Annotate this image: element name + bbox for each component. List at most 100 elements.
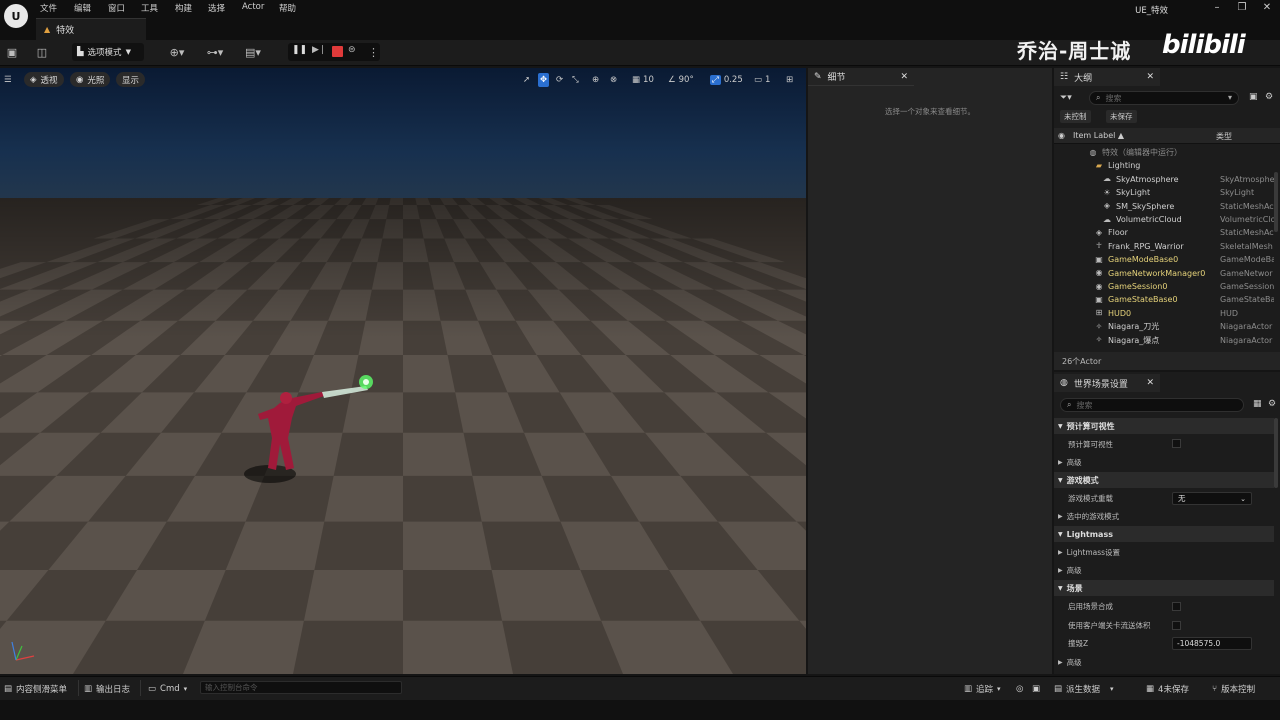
client-level-streaming-checkbox[interactable] (1172, 621, 1181, 630)
outliner-row[interactable]: ◉ GameSession0 GameSession (1054, 280, 1275, 293)
outliner-row[interactable]: ◍ 特效（编辑器中运行） (1054, 146, 1274, 159)
grid-snap-button[interactable]: ▦ 10 (632, 73, 654, 87)
kill-z-input[interactable]: -1048575.0 (1172, 637, 1252, 650)
outliner-row[interactable]: ☁ SkyAtmosphere SkyAtmosphe (1054, 173, 1274, 186)
step-icon[interactable]: ▶❘ (312, 45, 326, 59)
add-folder-icon[interactable]: ▣ (1249, 92, 1258, 102)
camera-speed-button[interactable]: ▭ 1 (754, 73, 770, 87)
outliner-row[interactable]: ◉ GameNetworkManager0 GameNetwor (1054, 267, 1274, 280)
menu-help[interactable]: 帮助 (279, 2, 296, 14)
trace-button[interactable]: ▥ 追踪 ▾ (964, 682, 1001, 696)
outliner-row[interactable]: ◈ Floor StaticMeshAc (1054, 226, 1274, 239)
camera-record-icon[interactable]: ▣ (1032, 682, 1040, 696)
minimize-icon[interactable]: – (1206, 2, 1228, 18)
menu-tools[interactable]: 工具 (141, 2, 158, 14)
show-button[interactable]: 显示 (116, 72, 146, 87)
surface-snap-icon[interactable]: ⊗ (610, 73, 617, 87)
scale-icon[interactable]: ⤡ (572, 73, 579, 87)
close-icon[interactable]: ✕ (1256, 2, 1278, 18)
outliner-search-input[interactable]: ⌕ 搜索 (1089, 91, 1239, 105)
output-log-button[interactable]: ▥ 输出日志 (84, 682, 130, 696)
source-control-button[interactable]: ⑂ 版本控制 (1212, 682, 1255, 696)
subcategory-selected-game-mode[interactable]: ▶ 选中的游戏模式 (1054, 508, 1274, 524)
add-actor-icon[interactable]: ⊕▾ (164, 45, 190, 61)
menu-build[interactable]: 构建 (175, 2, 192, 14)
viewport-menu-icon[interactable]: ☰ (4, 73, 12, 87)
scale-snap-button[interactable]: ⤢ 0.25 (710, 73, 743, 87)
menu-actor[interactable]: Actor (242, 2, 264, 12)
subcategory-lightmass-settings[interactable]: ▶ Lightmass设置 (1054, 544, 1274, 560)
category-game-mode[interactable]: ▼ 游戏模式 (1054, 472, 1274, 488)
outliner-scrollbar[interactable] (1274, 172, 1278, 232)
rotate-icon[interactable]: ⟳ (556, 73, 563, 87)
filter-chip-unsaved[interactable]: 未保存 (1106, 110, 1137, 123)
level-tab[interactable]: ▲ 特效 (36, 18, 146, 40)
select-mode-icon[interactable]: ➚ (523, 73, 530, 87)
outliner-row[interactable]: ☀ SkyLight SkyLight (1054, 186, 1274, 199)
close-tab-icon[interactable]: ✕ (1146, 378, 1154, 388)
lit-button[interactable]: ◉ 光照 (70, 72, 111, 87)
category-world[interactable]: ▼ 场景 (1054, 580, 1274, 596)
unreal-logo[interactable]: U (4, 4, 28, 28)
table-view-icon[interactable]: ▦ (1253, 399, 1262, 409)
outliner-tab[interactable]: ☷ 大纲 ✕ (1054, 68, 1160, 86)
unsaved-button[interactable]: ▦ 4未保存 (1146, 682, 1189, 696)
world-composition-checkbox[interactable] (1172, 602, 1181, 611)
translate-icon[interactable]: ✥ (538, 73, 550, 87)
content-browser-icon[interactable]: ◫ (34, 45, 50, 61)
outliner-row[interactable]: ☥ Frank_RPG_Warrior SkeletalMesh (1054, 240, 1274, 253)
outliner-row[interactable]: ▣ GameModeBase0 GameModeBa (1054, 253, 1274, 266)
outliner-row[interactable]: ▰ Lighting (1054, 159, 1274, 172)
cmd-button[interactable]: ▭ Cmd ▾ (148, 682, 187, 696)
stop-icon[interactable] (332, 46, 343, 57)
outliner-row[interactable]: ☁ VolumetricCloud VolumetricClo (1054, 213, 1274, 226)
eye-icon[interactable]: ◉ (1058, 131, 1065, 140)
outliner-row[interactable]: ◈ SM_SkySphere StaticMeshAc (1054, 200, 1274, 213)
filter-icon[interactable]: ⏷▾ (1060, 93, 1072, 103)
column-type[interactable]: 类型 (1216, 131, 1232, 142)
menu-edit[interactable]: 编辑 (74, 2, 91, 14)
derived-data-button[interactable]: ▤ 派生数据 ▾ (1054, 682, 1114, 696)
category-lightmass[interactable]: ▼ Lightmass (1054, 526, 1274, 542)
gear-icon[interactable]: ⚙ (1268, 399, 1276, 409)
outliner-row[interactable]: ✧ Niagara_刀光 NiagaraActor (1054, 320, 1274, 333)
details-tab[interactable]: ✎ 细节 ✕ (808, 68, 914, 86)
level-viewport[interactable]: ☰ ◈ 透视 ◉ 光照 显示 ➚ ✥ ⟳ ⤡ ⊕ ⊗ ▦ 10 ∠ 90° ⤢ … (0, 68, 806, 674)
game-mode-override-select[interactable]: 无 ⌄ (1172, 492, 1252, 505)
menu-select[interactable]: 选择 (208, 2, 225, 14)
pause-icon[interactable]: ❚❚ (292, 45, 307, 59)
subcategory-advanced[interactable]: ▶ 高级 (1054, 562, 1274, 578)
outliner-row[interactable]: ▣ GameStateBase0 GameStateBa (1054, 293, 1274, 306)
cinematics-icon[interactable]: ▤▾ (240, 45, 266, 61)
chevron-down-icon[interactable]: ▾ (1228, 93, 1232, 102)
eject-icon[interactable]: ⊜ (348, 45, 362, 59)
menu-file[interactable]: 文件 (40, 2, 57, 14)
close-tab-icon[interactable]: ✕ (1146, 72, 1154, 82)
menu-window[interactable]: 窗口 (108, 2, 125, 14)
world-local-icon[interactable]: ⊕ (592, 73, 599, 87)
mode-select-button[interactable]: ▙ 选项模式 ▼ (72, 43, 144, 61)
subcategory-advanced[interactable]: ▶ 高级 (1054, 654, 1274, 670)
outliner-row[interactable]: ✧ Niagara_爆点 NiagaraActor (1054, 334, 1274, 347)
record-icon[interactable]: ◎ (1016, 682, 1023, 696)
subcategory-advanced[interactable]: ▶ 高级 (1054, 454, 1274, 470)
precomputed-visibility-checkbox[interactable] (1172, 439, 1181, 448)
column-item-label[interactable]: Item Label ▲ (1073, 131, 1124, 140)
content-drawer-button[interactable]: ▤ 内容侧滑菜单 (4, 682, 67, 696)
world-settings-scrollbar[interactable] (1274, 418, 1278, 488)
gear-icon[interactable]: ⚙ (1265, 92, 1273, 102)
blueprint-icon[interactable]: ⊶▾ (202, 45, 228, 61)
category-precomputed-visibility[interactable]: ▼ 预计算可视性 (1054, 418, 1274, 434)
world-settings-search-input[interactable]: ⌕ 搜索 (1060, 398, 1244, 412)
console-command-input[interactable]: 输入控制台命令 (200, 681, 402, 694)
outliner-row[interactable]: ⊞ HUD0 HUD (1054, 307, 1274, 320)
save-icon[interactable]: ▣ (4, 45, 20, 61)
close-tab-icon[interactable]: ✕ (900, 72, 908, 82)
filter-chip-uncontrolled[interactable]: 未控制 (1060, 110, 1091, 123)
maximize-icon[interactable]: ❐ (1231, 2, 1253, 18)
rotation-snap-button[interactable]: ∠ 90° (668, 73, 694, 87)
play-options-icon[interactable]: ⋮ (368, 45, 379, 61)
world-settings-tab[interactable]: ◍ 世界场景设置 ✕ (1054, 374, 1160, 392)
layout-icon[interactable]: ⊞ (786, 73, 793, 87)
perspective-button[interactable]: ◈ 透视 (24, 72, 64, 87)
